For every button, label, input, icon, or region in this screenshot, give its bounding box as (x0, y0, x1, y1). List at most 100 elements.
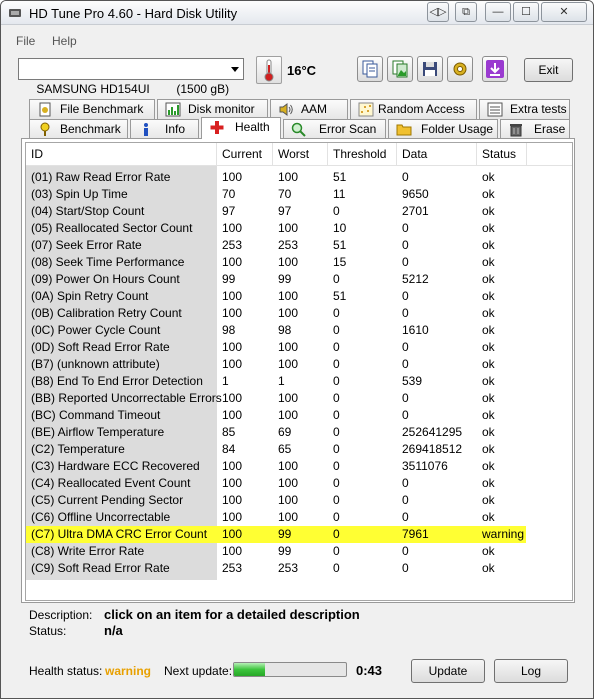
options-icon[interactable] (447, 56, 473, 82)
cell-id: (C5) Current Pending Sector (31, 493, 184, 507)
cell-data: 0 (402, 221, 409, 235)
trash-icon (510, 124, 522, 137)
column-header-data[interactable]: Data (397, 143, 477, 166)
column-header-status[interactable]: Status (477, 143, 527, 166)
cell-status: ok (482, 374, 495, 388)
minimize-button[interactable]: — (485, 2, 511, 22)
exit-button[interactable]: Exit (524, 58, 573, 82)
tab-label: Folder Usage (421, 122, 494, 136)
save-icon[interactable] (417, 56, 443, 82)
cell-data: 0 (402, 561, 409, 575)
cell-current: 100 (222, 459, 243, 473)
cell-id: (03) Spin Up Time (31, 187, 128, 201)
cell-worst: 100 (278, 391, 299, 405)
table-row[interactable]: (C6) Offline Uncorrectable 100 100 0 0 ok (26, 509, 526, 526)
table-row[interactable]: (C4) Reallocated Event Count 100 100 0 0 ok (26, 475, 526, 492)
tab-file-benchmark[interactable]: File Benchmark (29, 99, 155, 119)
table-row[interactable]: (C9) Soft Read Error Rate 253 253 0 0 ok (26, 560, 526, 577)
table-row[interactable]: (B8) End To End Error Detection 1 1 0 539 ok (26, 373, 526, 390)
speaker-icon (279, 103, 293, 116)
table-row[interactable]: (0B) Calibration Retry Count 100 100 0 0 ok (26, 305, 526, 322)
column-header-threshold[interactable]: Threshold (328, 143, 397, 166)
table-row[interactable]: (C7) Ultra DMA CRC Error Count 100 99 0 7961… (26, 526, 526, 543)
cell-current: 253 (222, 561, 243, 575)
cell-threshold: 0 (333, 204, 340, 218)
menu-file[interactable]: File (16, 34, 35, 48)
cell-worst: 253 (278, 238, 299, 252)
close-button[interactable]: ✕ (541, 2, 587, 22)
table-row[interactable]: (C3) Hardware ECC Recovered 100 100 0 351107… (26, 458, 526, 475)
table-row[interactable]: (BE) Airflow Temperature 85 69 0 252641295 ok (26, 424, 526, 441)
table-row[interactable]: (08) Seek Time Performance 100 100 15 0 ok (26, 254, 526, 271)
copy-info-icon[interactable] (357, 56, 383, 82)
tab-folder-usage[interactable]: Folder Usage (388, 119, 498, 139)
smart-table[interactable]: ID Current Worst Threshold Data Status (… (25, 142, 573, 601)
cell-data: 0 (402, 493, 409, 507)
tab-info[interactable]: Info (130, 119, 199, 139)
cell-current: 100 (222, 340, 243, 354)
maximize-button[interactable]: ☐ (513, 2, 539, 22)
table-row[interactable]: (01) Raw Read Error Rate 100 100 51 0 ok (26, 169, 526, 186)
cell-status: ok (482, 476, 495, 490)
cell-status: ok (482, 459, 495, 473)
cell-data: 7961 (402, 527, 429, 541)
table-row[interactable]: (0A) Spin Retry Count 100 100 51 0 ok (26, 288, 526, 305)
column-header-current[interactable]: Current (217, 143, 273, 166)
table-row[interactable]: (0D) Soft Read Error Rate 100 100 0 0 ok (26, 339, 526, 356)
table-row[interactable]: (03) Spin Up Time 70 70 11 9650 ok (26, 186, 526, 203)
tab-health[interactable]: Health (201, 117, 281, 139)
download-icon[interactable] (482, 56, 508, 82)
tab-disk-monitor[interactable]: Disk monitor (157, 99, 268, 119)
cell-status: warning (482, 527, 525, 541)
cell-current: 84 (222, 442, 236, 456)
cell-data: 0 (402, 238, 409, 252)
cell-status: ok (482, 544, 495, 558)
table-row[interactable]: (0C) Power Cycle Count 98 98 0 1610 ok (26, 322, 526, 339)
table-row[interactable]: (09) Power On Hours Count 99 99 0 5212 ok (26, 271, 526, 288)
tab-random-access[interactable]: Random Access (350, 99, 477, 119)
tab-erase[interactable]: Erase (500, 119, 570, 139)
table-row[interactable]: (04) Start/Stop Count 97 97 0 2701 ok (26, 203, 526, 220)
cell-current: 100 (222, 357, 243, 371)
app-window: HD Tune Pro 4.60 - Hard Disk Utility ◁▷ … (0, 0, 594, 699)
table-row[interactable]: (B7) (unknown attribute) 100 100 0 0 ok (26, 356, 526, 373)
cell-threshold: 0 (333, 442, 340, 456)
update-button[interactable]: Update (411, 659, 485, 683)
tab-error-scan[interactable]: Error Scan (283, 119, 386, 139)
cell-threshold: 0 (333, 323, 340, 337)
cell-data: 0 (402, 255, 409, 269)
table-header: ID Current Worst Threshold Data Status (26, 143, 572, 166)
tab-label: Info (165, 122, 186, 136)
cell-worst: 70 (278, 187, 292, 201)
cell-data: 3511076 (402, 459, 448, 473)
table-row[interactable]: (C2) Temperature 84 65 0 269418512 ok (26, 441, 526, 458)
column-header-worst[interactable]: Worst (273, 143, 328, 166)
table-row[interactable]: (BB) Reported Uncorrectable Errors 100 100… (26, 390, 526, 407)
tab-extra-tests[interactable]: Extra tests (479, 99, 570, 119)
column-header-id[interactable]: ID (26, 143, 217, 166)
disk-monitor-icon (165, 102, 181, 117)
table-row[interactable]: (C5) Current Pending Sector 100 100 0 0 ok (26, 492, 526, 509)
copy-screenshot-icon[interactable] (387, 56, 413, 82)
cell-data: 0 (402, 476, 409, 490)
cell-status: ok (482, 391, 495, 405)
drive-select[interactable]: SAMSUNG HD154UI (1500 gB) (18, 58, 244, 96)
tab-benchmark[interactable]: Benchmark (29, 119, 128, 139)
cell-threshold: 0 (333, 476, 340, 490)
cell-status: ok (482, 187, 495, 201)
menu-help[interactable]: Help (52, 34, 77, 48)
restore-icon[interactable]: ◁▷ (427, 2, 449, 22)
table-row[interactable]: (07) Seek Error Rate 253 253 51 0 ok (26, 237, 526, 254)
cell-id: (05) Reallocated Sector Count (31, 221, 193, 235)
table-row[interactable]: (05) Reallocated Sector Count 100 100 10 0 ok (26, 220, 526, 237)
cell-current: 99 (222, 272, 236, 286)
cell-status: ok (482, 306, 495, 320)
countdown-value: 0:43 (356, 663, 383, 678)
log-button[interactable]: Log (494, 659, 568, 683)
cell-status: ok (482, 408, 495, 422)
table-row[interactable]: (BC) Command Timeout 100 100 0 0 ok (26, 407, 526, 424)
pin-icon[interactable]: ⧉ (455, 2, 477, 22)
tab-aam[interactable]: AAM (270, 99, 348, 119)
table-row[interactable]: (C8) Write Error Rate 100 99 0 0 ok (26, 543, 526, 560)
cell-status: ok (482, 204, 495, 218)
